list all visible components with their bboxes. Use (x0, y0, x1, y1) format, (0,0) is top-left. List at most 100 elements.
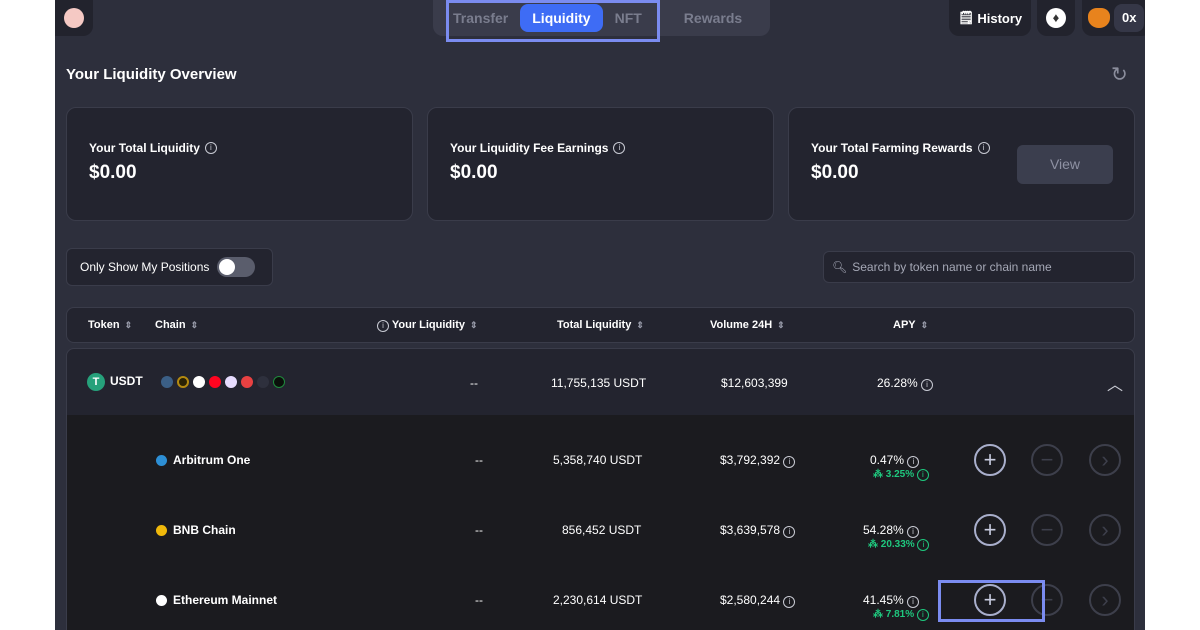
farm-apy: 20.33% (880, 539, 915, 550)
tab-transfer[interactable]: Transfer (441, 4, 520, 32)
apy: 26.28% (877, 376, 918, 390)
fee-earnings-card: Your Liquidity Fee Earnings i $0.00 (427, 107, 774, 221)
info-icon[interactable]: i (917, 539, 930, 551)
migrate-button[interactable]: › (1089, 444, 1121, 476)
wallet-address: 0x (1114, 4, 1145, 32)
wallet-button[interactable]: 0x (1082, 0, 1145, 36)
info-icon[interactable]: i (916, 469, 929, 481)
farm-apy: 7.81% (885, 609, 915, 620)
column-your-liquidity[interactable]: i Your Liquidity ⇕ (377, 319, 478, 332)
usdt-icon: T (87, 373, 105, 391)
info-icon[interactable]: i (907, 456, 920, 468)
total-liquidity: 2,230,614 USDT (553, 593, 643, 607)
network-selector[interactable]: ♦ (1037, 0, 1075, 36)
history-icon: 🗒 (957, 10, 975, 25)
chain-name: Ethereum Mainnet (173, 593, 278, 607)
collapse-chevron-icon[interactable]: ︿ (1107, 371, 1123, 395)
info-icon[interactable]: i (916, 609, 929, 621)
app: Transfer Liquidity NFT Rewards 🗒 History … (55, 0, 1145, 630)
info-icon[interactable]: i (907, 526, 920, 538)
your-liquidity: -- (475, 523, 483, 537)
your-liquidity: -- (475, 453, 483, 467)
card-label: Your Total Farming Rewards (811, 141, 973, 155)
farm-icon: ⁂ (873, 469, 886, 480)
app-logo[interactable] (55, 0, 93, 36)
chain-name: Arbitrum One (173, 453, 251, 467)
group-row[interactable]: T USDT -- 11,755,135 USDT $12,603,399 26.… (67, 349, 1134, 415)
token-name: USDT (110, 374, 143, 389)
ethereum-icon (156, 595, 167, 607)
farm-icon: ⁂ (873, 609, 886, 620)
metamask-icon (1088, 8, 1110, 28)
optimism-icon (209, 376, 221, 388)
column-volume[interactable]: Volume 24H ⇕ (710, 319, 785, 331)
info-icon[interactable]: i (977, 142, 990, 154)
tab-rewards[interactable]: Rewards (672, 4, 754, 32)
migrate-button[interactable]: › (1089, 584, 1121, 616)
remove-liquidity-button[interactable]: − (1031, 444, 1063, 476)
volume: $2,580,244 (720, 593, 781, 607)
total-liquidity: 856,452 USDT (562, 523, 642, 537)
total-liquidity-card: Your Total Liquidity i $0.00 (66, 107, 413, 221)
table-row: Ethereum Mainnet -- 2,230,614 USDT $2,58… (67, 567, 1134, 630)
card-label: Your Liquidity Fee Earnings (450, 141, 609, 155)
page-title: Your Liquidity Overview (66, 66, 237, 83)
bnb-icon (177, 376, 189, 388)
total-liquidity: 5,358,740 USDT (553, 453, 643, 467)
apy: 41.45% (863, 593, 904, 607)
info-icon[interactable]: i (613, 142, 626, 154)
avalanche-icon (241, 376, 253, 388)
your-liquidity: -- (470, 376, 478, 390)
nav-tabs: Transfer Liquidity NFT Rewards (433, 0, 770, 36)
logo-icon (64, 8, 84, 28)
ethereum-icon (193, 376, 205, 388)
chain-icon (273, 376, 285, 388)
column-chain[interactable]: Chain ⇕ (155, 319, 198, 331)
arbitrum-icon (161, 376, 173, 388)
toggle-label: Only Show My Positions (80, 260, 210, 274)
column-token[interactable]: Token ⇕ (88, 319, 132, 331)
history-button[interactable]: 🗒 History (949, 0, 1031, 36)
info-icon[interactable]: i (377, 320, 389, 332)
remove-liquidity-button[interactable]: − (1031, 584, 1063, 616)
table-row: Arbitrum One -- 5,358,740 USDT $3,792,39… (67, 427, 1134, 497)
apy: 54.28% (863, 523, 904, 537)
polygon-icon (225, 376, 237, 388)
info-icon[interactable]: i (907, 596, 920, 608)
chain-name: BNB Chain (173, 523, 236, 537)
arbitrum-icon (156, 455, 167, 467)
refresh-icon[interactable]: ↻ (1111, 62, 1128, 87)
search-box: 🔍︎ (823, 251, 1135, 283)
migrate-button[interactable]: › (1089, 514, 1121, 546)
only-my-positions-toggle[interactable] (217, 257, 256, 277)
chain-icons (161, 376, 285, 388)
info-icon[interactable]: i (921, 379, 934, 391)
farming-rewards-card: Your Total Farming Rewards i $0.00 View (788, 107, 1135, 221)
farm-icon: ⁂ (868, 539, 881, 550)
history-label: History (977, 10, 1023, 26)
card-label: Your Total Liquidity (89, 141, 200, 155)
tab-nft[interactable]: NFT (603, 4, 654, 32)
volume: $3,792,392 (720, 453, 781, 467)
search-input[interactable] (852, 260, 1123, 274)
card-value: $0.00 (89, 162, 137, 183)
info-icon[interactable]: i (204, 142, 217, 154)
info-icon[interactable]: i (783, 456, 796, 468)
info-icon[interactable]: i (783, 596, 796, 608)
total-liquidity: 11,755,135 USDT (551, 376, 647, 390)
view-button[interactable]: View (1017, 145, 1113, 184)
column-total-liquidity[interactable]: Total Liquidity ⇕ (557, 319, 644, 331)
remove-liquidity-button[interactable]: − (1031, 514, 1063, 546)
column-apy[interactable]: APY ⇕ (893, 319, 928, 331)
add-liquidity-button[interactable]: + (974, 514, 1006, 546)
info-icon[interactable]: i (783, 526, 796, 538)
chain-rows: Arbitrum One -- 5,358,740 USDT $3,792,39… (67, 415, 1134, 630)
your-liquidity: -- (475, 593, 483, 607)
volume: $12,603,399 (721, 376, 788, 390)
table-header: Token ⇕ Chain ⇕ i Your Liquidity ⇕ Total Li… (66, 307, 1135, 343)
add-liquidity-button[interactable]: + (974, 584, 1006, 616)
add-liquidity-button[interactable]: + (974, 444, 1006, 476)
tab-liquidity[interactable]: Liquidity (520, 4, 603, 32)
table-row: BNB Chain -- 856,452 USDT $3,639,578 i 5… (67, 497, 1134, 567)
card-value: $0.00 (450, 162, 498, 183)
